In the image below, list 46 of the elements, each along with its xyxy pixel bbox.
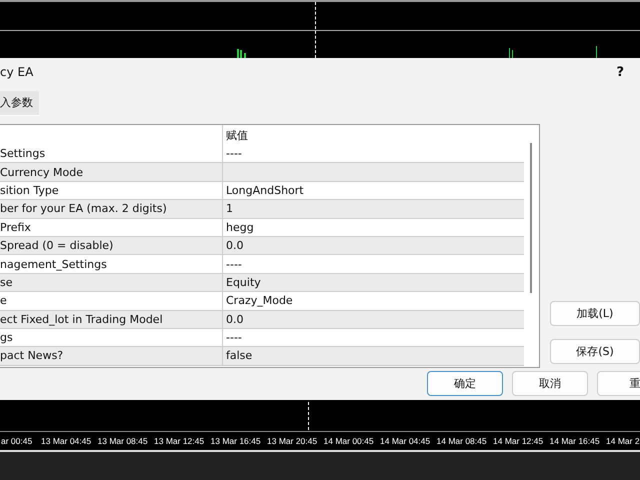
time-label: 13 Mar 16:45 (210, 436, 262, 446)
table-cell-text: Prefix (0, 220, 32, 234)
table-cell: ---- (222, 145, 524, 162)
table-cell: Crazy_Mode (222, 292, 524, 310)
tab[interactable]: 入参数 (0, 91, 39, 116)
table-cell: false (222, 347, 524, 365)
time-label: 13 Mar 20:45 (266, 436, 318, 446)
table-cell-text: ect Fixed_lot in Trading Model (0, 312, 164, 326)
time-label: 13 Mar 08:45 (96, 436, 149, 446)
table-cell-text: Currency Mode (0, 166, 84, 179)
table-cell: 1 (222, 200, 524, 218)
table-cell-text: e (0, 294, 8, 308)
table-cell: ---- (222, 328, 524, 346)
table-cell: ---- (222, 255, 524, 273)
time-label: 14 Mar 16:45 (548, 436, 601, 446)
time-label: 13 Mar 12:45 (153, 436, 206, 446)
scrollbar-thumb[interactable] (530, 143, 532, 293)
time-label: 14 Mar 2 (605, 436, 640, 446)
table-cell: Equity (222, 274, 524, 292)
table-cell-text: se (0, 276, 14, 289)
volume-bars-drawing (509, 48, 513, 58)
table-cell-text: ber for your EA (max. 2 digits) (0, 202, 168, 216)
table-cell-text: gs (0, 331, 14, 344)
dialog-button[interactable]: 重 (597, 371, 640, 396)
table-cell: 0.0 (222, 310, 524, 328)
table-cell: 0.0 (222, 236, 524, 254)
time-label: ar 00:45 (0, 436, 34, 446)
side-button[interactable]: 保存(S) (550, 339, 640, 364)
help-button[interactable]: ? (616, 64, 624, 80)
table-cell-text: pact News? (0, 349, 64, 362)
time-label: 13 Mar 04:45 (40, 436, 92, 446)
table-cell-text: Spread (0 = disable) (0, 239, 114, 252)
table-cell: LongAndShort (222, 182, 524, 200)
window-title: cy EA (0, 65, 34, 79)
dialog-button[interactable]: 取消 (512, 371, 588, 396)
table-cell: hegg (222, 218, 524, 236)
volume-bars-drawing (237, 49, 246, 58)
time-label: 14 Mar 00:45 (322, 436, 375, 446)
time-label: 14 Mar 12:45 (492, 436, 544, 446)
table-cell-text: nagement_Settings (0, 258, 108, 271)
time-label: 14 Mar 04:45 (379, 436, 432, 446)
time-label: 14 Mar 08:45 (436, 436, 488, 446)
side-button[interactable]: 加载(L) (550, 301, 640, 326)
table-cell-text: Settings (0, 147, 46, 160)
dialog-button[interactable]: 确定 (427, 371, 503, 396)
table-cell-text: sition Type (0, 184, 60, 197)
